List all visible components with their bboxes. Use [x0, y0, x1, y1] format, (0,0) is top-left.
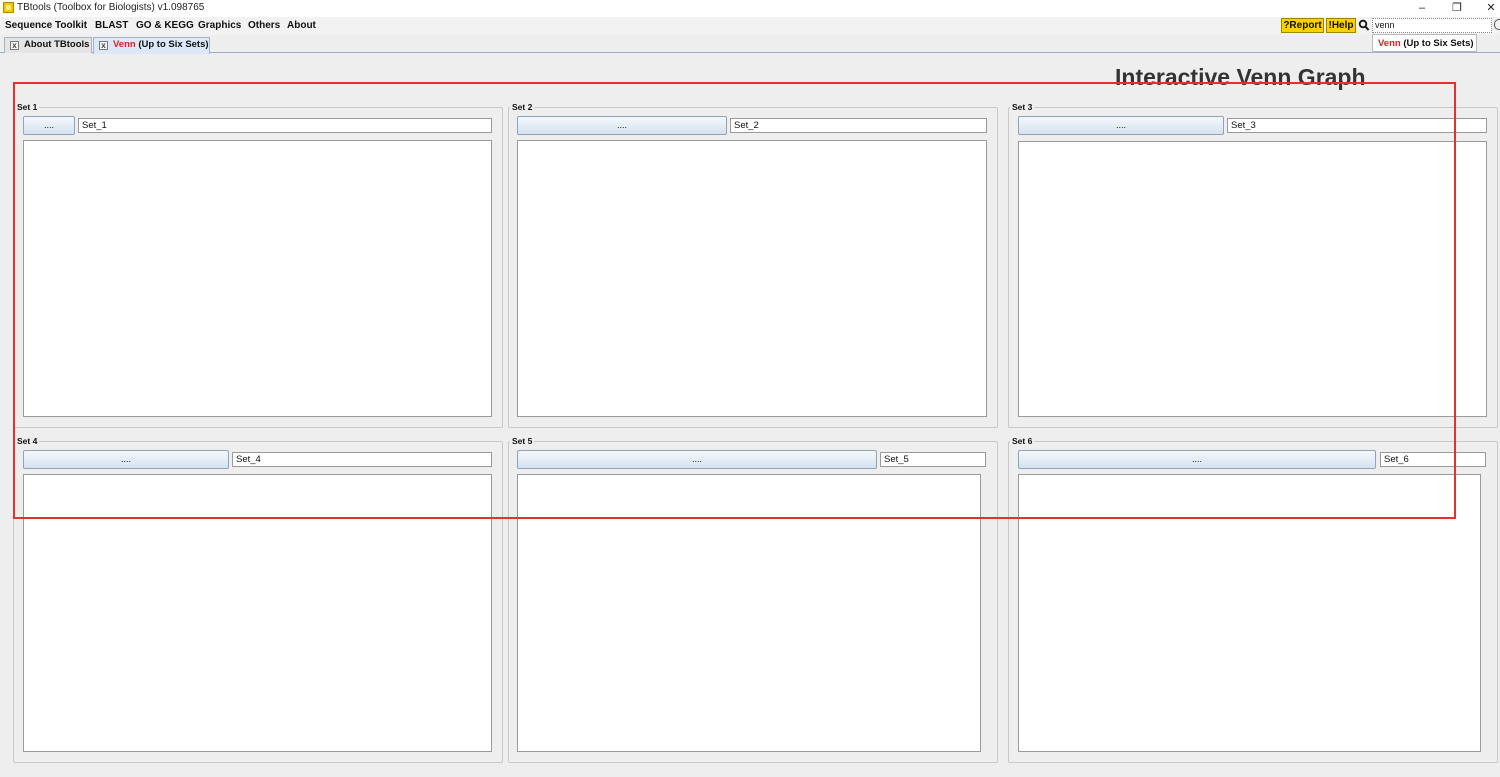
set-legend-4: Set 4	[15, 436, 40, 446]
menu-graphics[interactable]: Graphics	[198, 20, 241, 31]
set-2-file-button[interactable]: ....	[517, 116, 727, 135]
minimize-button[interactable]: –	[1405, 0, 1439, 17]
close-tab-icon[interactable]: x	[99, 41, 108, 50]
set-1-name-field[interactable]: Set_1	[78, 118, 492, 133]
set-6-name-field[interactable]: Set_6	[1380, 452, 1486, 467]
set-4-name-field[interactable]: Set_4	[232, 452, 492, 467]
restore-button[interactable]: ❐	[1440, 0, 1474, 17]
set-legend-2: Set 2	[510, 102, 535, 112]
set-1-file-button[interactable]: ....	[23, 116, 75, 135]
tab-about-tbtools[interactable]: x About TBtools	[4, 37, 92, 53]
window-title: TBtools (Toolbox for Biologists) v1.0987…	[17, 2, 205, 13]
set-2-text-area[interactable]	[517, 140, 987, 417]
set-3-text-area[interactable]	[1018, 141, 1487, 417]
search-suggestion-item[interactable]: Venn (Up to Six Sets)	[1372, 34, 1477, 52]
menu-others[interactable]: Others	[248, 20, 280, 31]
close-tab-icon[interactable]: x	[10, 41, 19, 50]
suggestion-prefix: Venn	[1378, 38, 1401, 49]
set-5-file-button[interactable]: ....	[517, 450, 877, 469]
tab-strip	[0, 35, 1500, 53]
set-legend-1: Set 1	[15, 102, 40, 112]
set-3-file-button[interactable]: ....	[1018, 116, 1224, 135]
title-bar: TBtools (Toolbox for Biologists) v1.0987…	[0, 0, 1500, 17]
tab-label: About TBtools	[24, 39, 90, 50]
set-legend-3: Set 3	[1010, 102, 1035, 112]
menu-sequence-toolkit[interactable]: Sequence Toolkit	[5, 20, 87, 31]
set-legend-6: Set 6	[1010, 436, 1035, 446]
set-5-name-field[interactable]: Set_5	[880, 452, 986, 467]
set-legend-5: Set 5	[510, 436, 535, 446]
menu-blast[interactable]: BLAST	[95, 20, 128, 31]
set-6-file-button[interactable]: ....	[1018, 450, 1376, 469]
set-6-text-area[interactable]	[1018, 474, 1481, 752]
menu-go-kegg[interactable]: GO & KEGG	[136, 20, 194, 31]
menu-about[interactable]: About	[287, 20, 316, 31]
suggestion-suffix: (Up to Six Sets)	[1400, 38, 1474, 49]
tab-venn[interactable]: x Venn (Up to Six Sets)	[93, 37, 210, 54]
settings-icon[interactable]	[1494, 19, 1500, 30]
search-input[interactable]: venn	[1372, 18, 1492, 33]
help-button[interactable]: !Help	[1326, 18, 1356, 33]
set-4-file-button[interactable]: ....	[23, 450, 229, 469]
search-icon	[1358, 19, 1370, 31]
set-4-text-area[interactable]	[23, 474, 492, 752]
tab-label-prefix: Venn	[113, 39, 136, 50]
set-2-name-field[interactable]: Set_2	[730, 118, 987, 133]
menu-bar: Sequence Toolkit BLAST GO & KEGG Graphic…	[0, 17, 1500, 35]
set-3-name-field[interactable]: Set_3	[1227, 118, 1487, 133]
page-title: Interactive Venn Graph	[1115, 64, 1366, 90]
report-button[interactable]: ?Report	[1281, 18, 1324, 33]
close-window-button[interactable]: ✕	[1474, 0, 1500, 17]
set-5-text-area[interactable]	[517, 474, 981, 752]
tab-label-suffix: (Up to Six Sets)	[135, 39, 209, 50]
set-1-text-area[interactable]	[23, 140, 492, 417]
tbtools-app-icon	[3, 2, 14, 13]
